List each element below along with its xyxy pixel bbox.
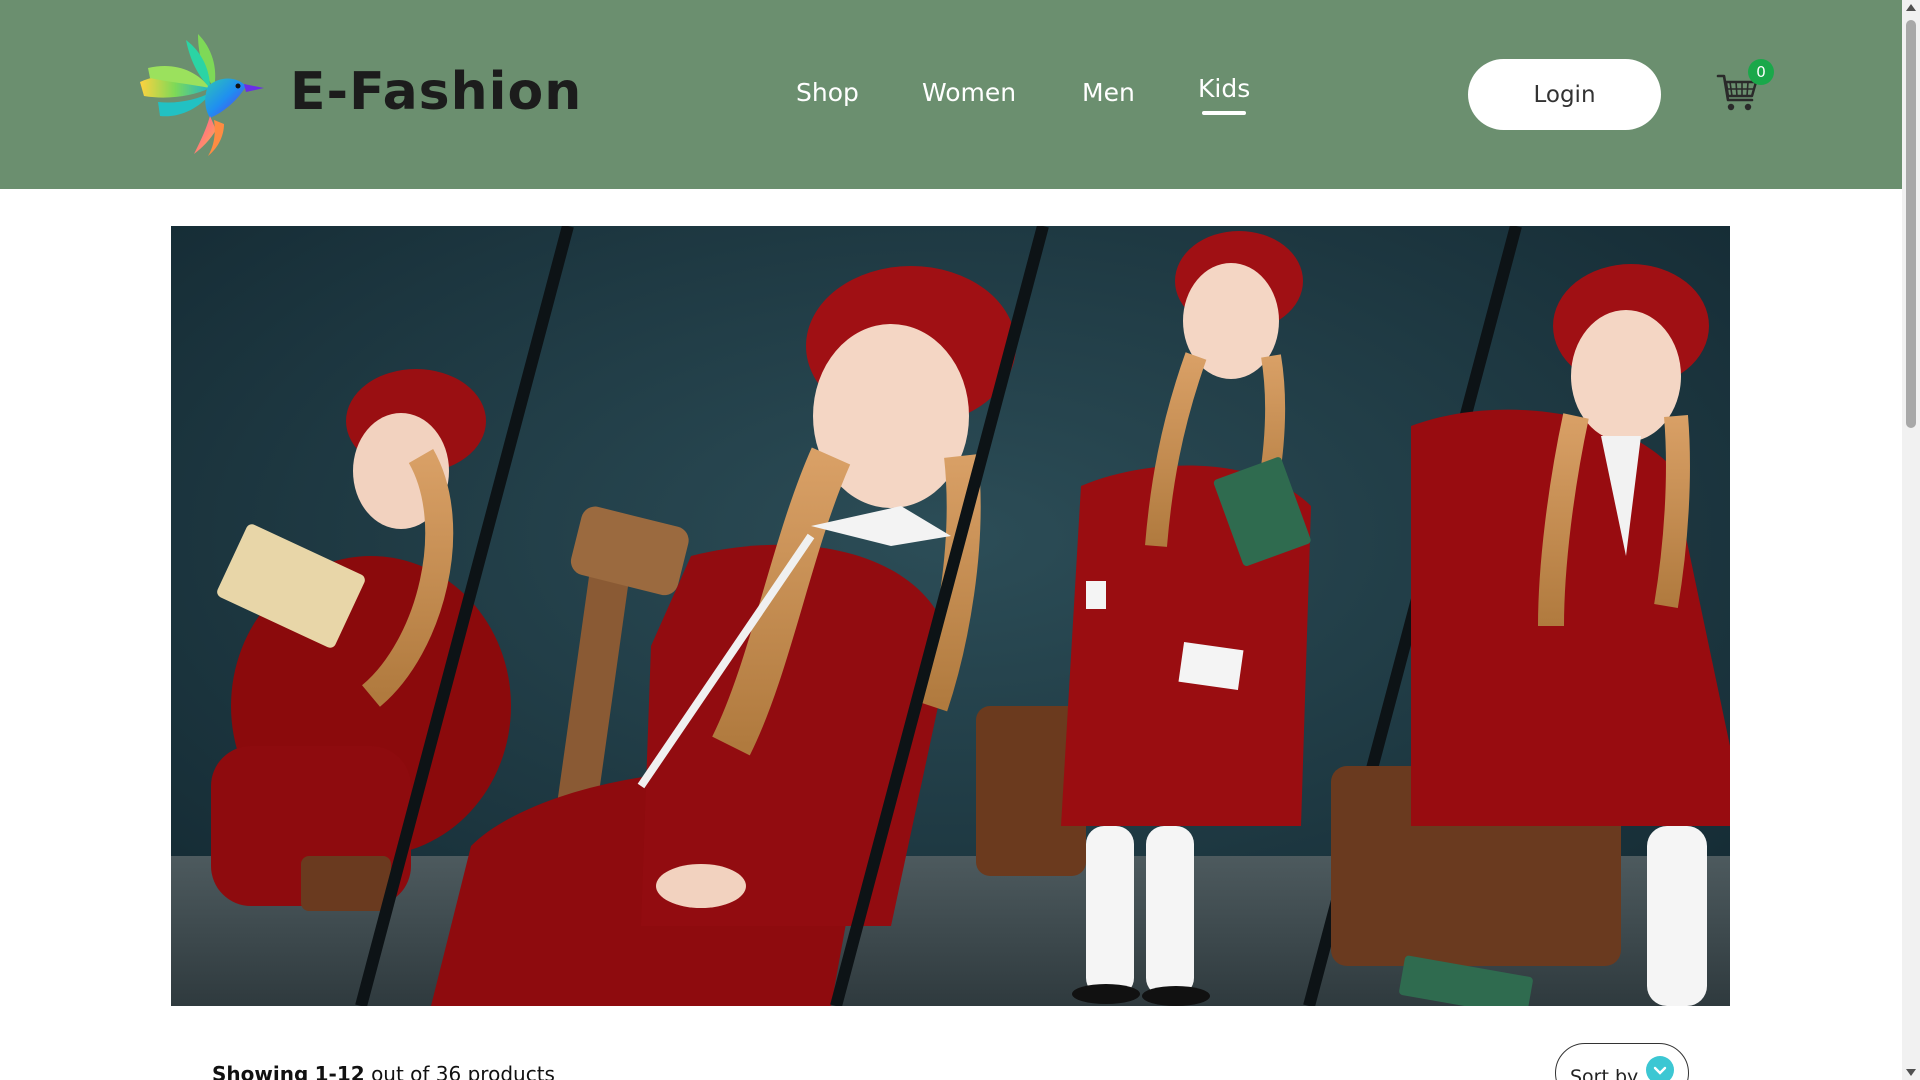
chevron-down-icon bbox=[1646, 1056, 1674, 1080]
scrollbar-thumb[interactable] bbox=[1906, 20, 1916, 428]
scroll-down-arrow-icon[interactable] bbox=[1906, 1069, 1916, 1076]
showing-range: 1-12 bbox=[314, 1062, 365, 1080]
page-scrollbar[interactable] bbox=[1902, 0, 1920, 1080]
product-count-text: Showing 1-12 out of 36 products bbox=[212, 1062, 555, 1080]
showing-suffix: out of 36 products bbox=[371, 1062, 555, 1080]
nav-item-shop[interactable]: Shop bbox=[796, 78, 859, 107]
cart-button[interactable]: 0 bbox=[1716, 59, 1776, 118]
kids-fashion-banner-image bbox=[171, 226, 1730, 1006]
nav-item-women[interactable]: Women bbox=[922, 78, 1016, 107]
scroll-up-arrow-icon[interactable] bbox=[1906, 4, 1916, 11]
nav-item-men[interactable]: Men bbox=[1082, 78, 1135, 107]
nav-item-kids[interactable]: Kids bbox=[1198, 74, 1250, 115]
site-header: E-Fashion Shop Women Men Kids Login 0 bbox=[0, 0, 1902, 189]
cart-count-badge: 0 bbox=[1748, 59, 1774, 85]
showing-prefix: Showing bbox=[212, 1062, 309, 1080]
sort-by-label: Sort by bbox=[1570, 1066, 1639, 1080]
sort-by-button[interactable]: Sort by bbox=[1555, 1043, 1689, 1080]
login-button[interactable]: Login bbox=[1468, 59, 1661, 130]
